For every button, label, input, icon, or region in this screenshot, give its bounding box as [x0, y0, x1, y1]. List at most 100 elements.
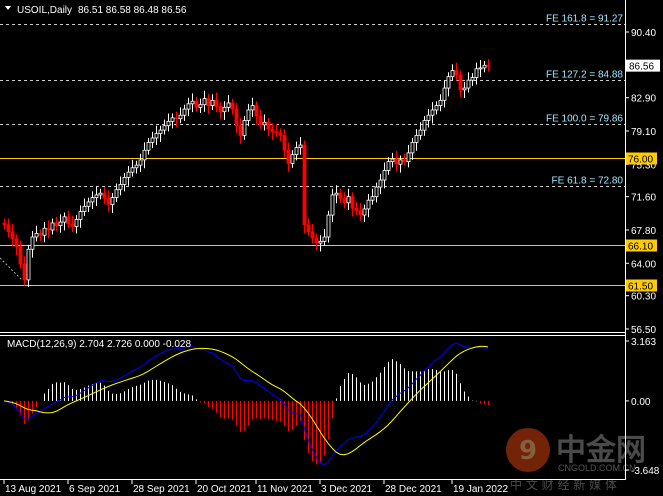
candle — [338, 188, 343, 203]
candle — [294, 141, 299, 161]
candle — [262, 114, 267, 131]
candle-body — [226, 102, 231, 108]
candle — [322, 229, 327, 246]
price-chart[interactable]: FE 161.8 = 91.27 FE 127.2 = 84.88 FE 100.0… — [0, 0, 663, 496]
horizontal-levels[interactable] — [0, 158, 626, 286]
candle-body — [246, 109, 251, 121]
price-tick-label: 67.80 — [631, 226, 656, 237]
candle — [278, 128, 283, 142]
candle — [210, 94, 215, 110]
candle — [242, 116, 247, 140]
candle-body — [174, 117, 179, 120]
candle — [370, 188, 375, 205]
candle-body — [62, 216, 67, 223]
candle-body — [434, 105, 439, 111]
candle-body — [30, 236, 35, 250]
candle — [38, 229, 43, 241]
candle-body — [178, 114, 183, 120]
candle — [98, 188, 103, 200]
fib-label: FE 100.0 = 79.86 — [546, 114, 623, 125]
fibonacci-expansion-levels[interactable]: FE 161.8 = 91.27 FE 127.2 = 84.88 FE 100.0… — [0, 14, 625, 187]
time-tick-label: 20 Oct 2021 — [197, 484, 252, 495]
candle — [406, 145, 411, 168]
price-tick-label: 79.10 — [631, 127, 656, 138]
fib-label: FE 161.8 = 91.27 — [546, 14, 623, 25]
level-price-label: 66.10 — [628, 242, 653, 253]
candle — [126, 166, 131, 186]
price-tick-label: 90.40 — [631, 28, 656, 39]
symbol-label: USOIL,Daily — [17, 5, 72, 16]
candle — [486, 59, 491, 72]
candle-body — [302, 144, 307, 226]
candle — [222, 101, 227, 121]
collapse-triangle-icon[interactable] — [5, 6, 11, 10]
candle — [50, 218, 55, 235]
price-tick-label: 71.60 — [631, 193, 656, 204]
candle-body — [354, 207, 359, 212]
candle-body — [114, 189, 119, 198]
candle-body — [218, 106, 223, 113]
candle-body — [410, 141, 415, 154]
candle — [182, 104, 187, 121]
candle — [438, 94, 443, 112]
candle — [454, 62, 459, 81]
candle-body — [466, 79, 471, 89]
candle-body — [378, 179, 383, 188]
candle-body — [34, 233, 39, 238]
fib-label: FE 61.8 = 72.80 — [552, 176, 624, 187]
candle — [118, 176, 123, 196]
time-tick-label: 11 Nov 2021 — [257, 484, 313, 495]
candle — [470, 73, 475, 86]
candle — [354, 201, 359, 216]
time-tick-label: 28 Dec 2021 — [385, 484, 442, 495]
candle — [450, 64, 455, 82]
candle-body — [18, 246, 23, 265]
time-axis[interactable]: 13 Aug 2021 6 Sep 2021 28 Sep 2021 20 Oct 2… — [3, 480, 508, 495]
candle — [250, 97, 255, 117]
ohlc-values: 86.51 86.58 86.48 86.56 — [78, 5, 187, 16]
price-axis[interactable]: 90.4082.9079.1075.3071.6067.8064.0060.30… — [626, 28, 660, 336]
candle-body — [42, 227, 47, 236]
candle-body — [390, 158, 395, 163]
candle — [394, 151, 399, 172]
candle-body — [326, 214, 331, 238]
candle-body — [318, 240, 323, 244]
candle-body — [230, 102, 235, 110]
candle — [226, 95, 231, 112]
candle — [62, 212, 67, 231]
candle-body — [270, 128, 275, 133]
time-tick-label: 13 Aug 2021 — [5, 484, 62, 495]
candle-body — [46, 227, 51, 231]
candle-body — [90, 197, 95, 203]
candle — [302, 140, 307, 234]
candle — [270, 123, 275, 141]
candle-body — [362, 208, 367, 216]
candles — [2, 59, 491, 287]
candle — [22, 256, 27, 286]
candle-body — [150, 137, 155, 143]
candle — [330, 188, 335, 223]
candle-body — [414, 134, 419, 143]
candle-body — [78, 211, 83, 220]
candle-body — [138, 159, 143, 166]
candle-body — [450, 70, 455, 78]
candle — [458, 70, 463, 97]
candle-body — [406, 152, 411, 163]
candle — [154, 125, 159, 146]
candle — [82, 198, 87, 216]
candle — [190, 93, 195, 113]
candle-body — [458, 74, 463, 91]
candle — [350, 192, 355, 217]
candle — [378, 173, 383, 195]
candle-body — [470, 77, 475, 81]
candle — [34, 225, 39, 242]
candle-body — [474, 68, 479, 78]
candle — [94, 187, 99, 206]
candle-body — [190, 100, 195, 105]
candle — [358, 202, 363, 221]
candle — [42, 222, 47, 243]
candle — [166, 113, 171, 132]
candle — [374, 182, 379, 203]
candle-body — [82, 205, 87, 212]
candle-body — [262, 121, 267, 126]
